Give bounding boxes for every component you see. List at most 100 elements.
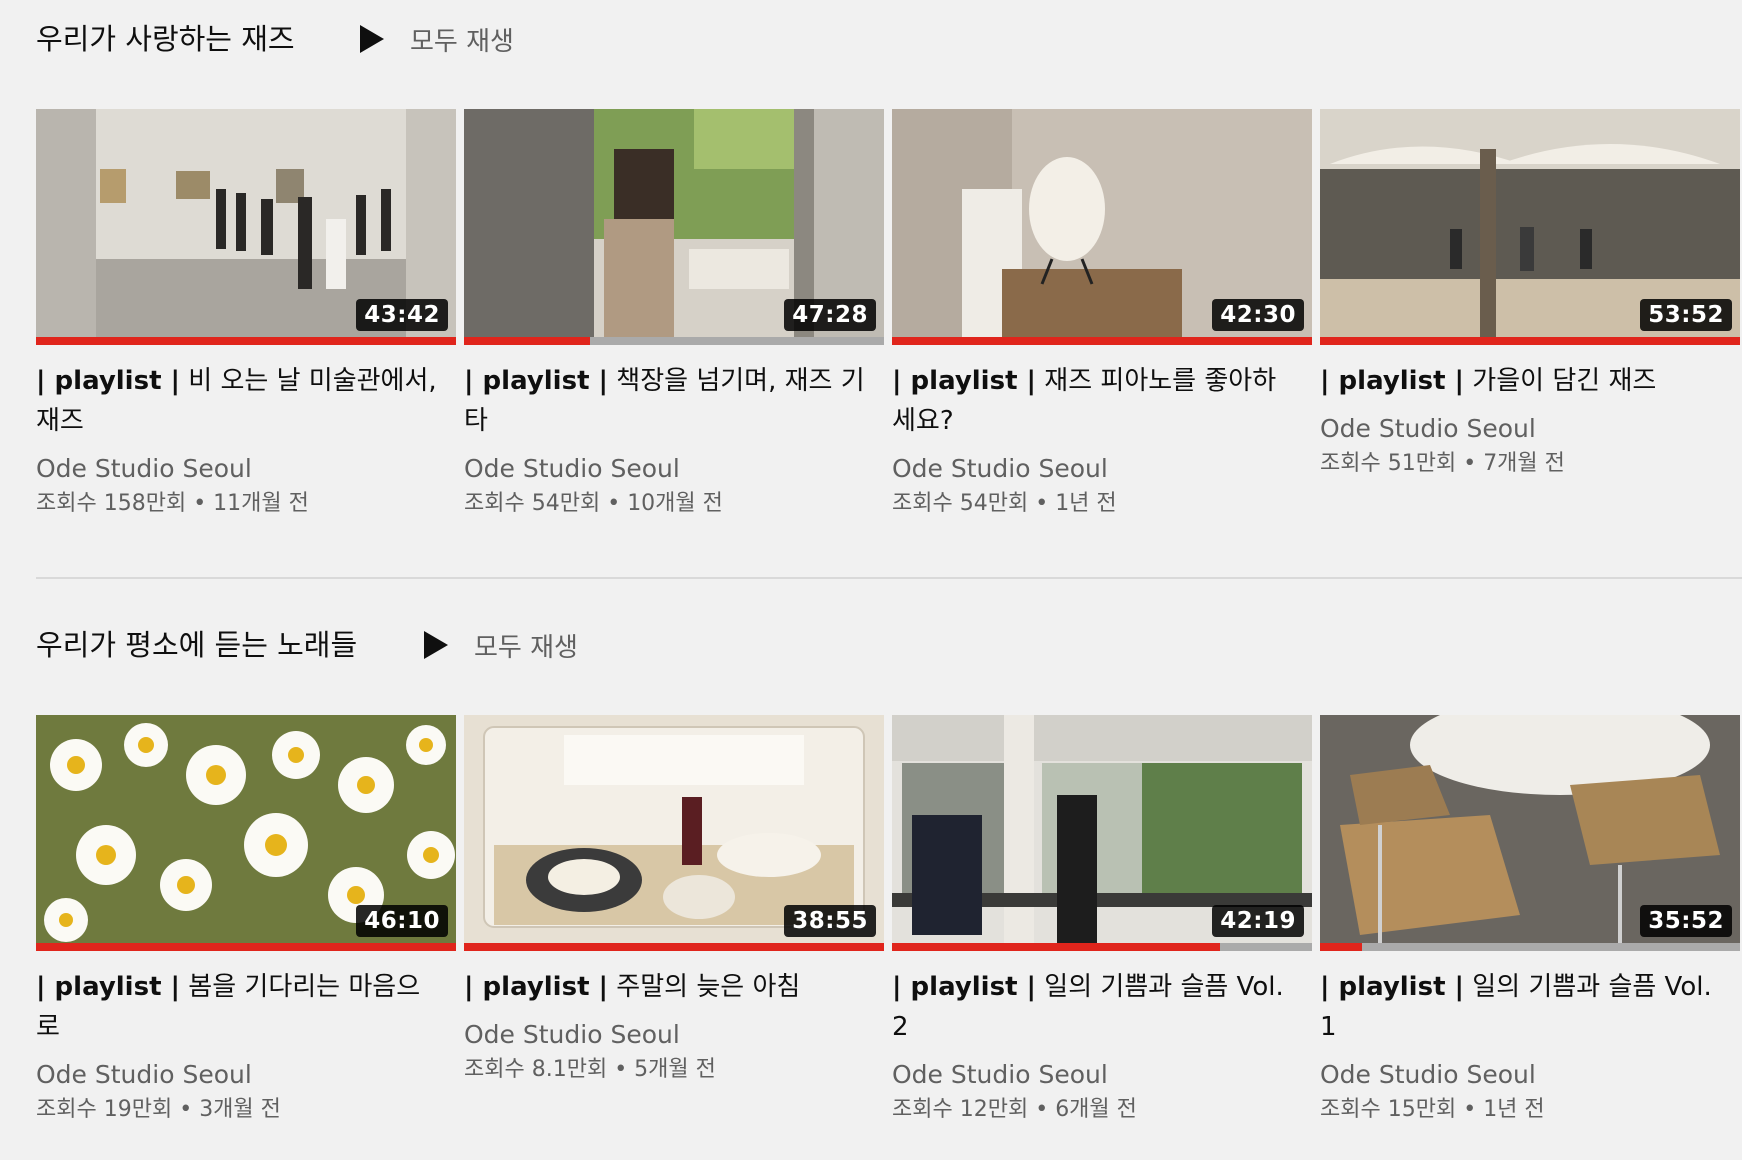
- shelf-loved-jazz: 우리가 사랑하는 재즈 모두 재생 43:42 | playlist | 비 오…: [36, 0, 1742, 529]
- channel-name[interactable]: Ode Studio Seoul: [36, 451, 456, 487]
- duration-badge: 42:30: [1212, 299, 1304, 331]
- shelf-everyday-songs: 우리가 평소에 듣는 노래들 모두 재생 46:10 | playlist | …: [36, 606, 1742, 1135]
- video-card[interactable]: 42:30 | playlist | 재즈 피아노를 좋아하세요? Ode St…: [892, 109, 1312, 521]
- duration-badge: 46:10: [356, 905, 448, 937]
- video-thumbnail[interactable]: 38:55: [464, 715, 884, 951]
- upload-age: 5개월 전: [634, 1057, 716, 1082]
- shelf-title: 우리가 평소에 듣는 노래들: [36, 628, 358, 662]
- video-meta: 조회수 54만회 • 1년 전: [892, 487, 1312, 521]
- watch-progress: [36, 337, 456, 345]
- upload-age: 3개월 전: [199, 1097, 281, 1122]
- watch-progress-fill: [464, 943, 884, 951]
- video-row: 43:42 | playlist | 비 오는 날 미술관에서, 재즈 Ode …: [36, 109, 1742, 529]
- play-all-label: 모두 재생: [474, 632, 578, 663]
- video-card[interactable]: 46:10 | playlist | 봄을 기다리는 마음으로 Ode Stud…: [36, 715, 456, 1127]
- meta-separator: •: [607, 491, 621, 516]
- play-all-label: 모두 재생: [410, 26, 514, 57]
- video-meta: 조회수 12만회 • 6개월 전: [892, 1093, 1312, 1127]
- view-count: 조회수 54만회: [892, 491, 1029, 516]
- video-thumbnail[interactable]: 43:42: [36, 109, 456, 345]
- upload-age: 7개월 전: [1483, 451, 1565, 476]
- title-tag: | playlist |: [892, 366, 1037, 396]
- title-tag: | playlist |: [464, 972, 609, 1002]
- watch-progress-fill: [892, 943, 1220, 951]
- channel-name[interactable]: Ode Studio Seoul: [1320, 411, 1740, 447]
- video-card[interactable]: 53:52 | playlist | 가을이 담긴 재즈 Ode Studio …: [1320, 109, 1740, 481]
- video-card[interactable]: 35:52 | playlist | 일의 기쁨과 슬픔 Vol.1 Ode S…: [1320, 715, 1740, 1127]
- video-meta: 조회수 8.1만회 • 5개월 전: [464, 1053, 884, 1087]
- video-meta: 조회수 54만회 • 10개월 전: [464, 487, 884, 521]
- view-count: 조회수 19만회: [36, 1097, 173, 1122]
- view-count: 조회수 15만회: [1320, 1097, 1457, 1122]
- video-thumbnail[interactable]: 53:52: [1320, 109, 1740, 345]
- video-card[interactable]: 38:55 | playlist | 주말의 늦은 아침 Ode Studio …: [464, 715, 884, 1087]
- meta-separator: •: [1035, 491, 1049, 516]
- channel-name[interactable]: Ode Studio Seoul: [36, 1057, 456, 1093]
- video-thumbnail[interactable]: 46:10: [36, 715, 456, 951]
- video-card[interactable]: 43:42 | playlist | 비 오는 날 미술관에서, 재즈 Ode …: [36, 109, 456, 521]
- video-meta: 조회수 19만회 • 3개월 전: [36, 1093, 456, 1127]
- view-count: 조회수 158만회: [36, 491, 187, 516]
- view-count: 조회수 54만회: [464, 491, 601, 516]
- video-title[interactable]: | playlist | 재즈 피아노를 좋아하세요?: [892, 361, 1312, 441]
- duration-badge: 35:52: [1640, 905, 1732, 937]
- watch-progress: [892, 943, 1312, 951]
- upload-age: 10개월 전: [627, 491, 723, 516]
- watch-progress-fill: [1320, 943, 1362, 951]
- meta-separator: •: [179, 1097, 193, 1122]
- watch-progress-fill: [464, 337, 590, 345]
- channel-name[interactable]: Ode Studio Seoul: [892, 1057, 1312, 1093]
- video-title[interactable]: | playlist | 비 오는 날 미술관에서, 재즈: [36, 361, 456, 441]
- video-meta: 조회수 51만회 • 7개월 전: [1320, 447, 1740, 481]
- watch-progress: [1320, 337, 1740, 345]
- channel-name[interactable]: Ode Studio Seoul: [892, 451, 1312, 487]
- video-thumbnail[interactable]: 35:52: [1320, 715, 1740, 951]
- video-thumbnail[interactable]: 47:28: [464, 109, 884, 345]
- shelf-title: 우리가 사랑하는 재즈: [36, 22, 295, 56]
- video-card[interactable]: 42:19 | playlist | 일의 기쁨과 슬픔 Vol.2 Ode S…: [892, 715, 1312, 1127]
- video-title[interactable]: | playlist | 가을이 담긴 재즈: [1320, 361, 1740, 401]
- duration-badge: 53:52: [1640, 299, 1732, 331]
- title-text: 가을이 담긴 재즈: [1464, 366, 1657, 396]
- watch-progress: [464, 943, 884, 951]
- title-tag: | playlist |: [36, 366, 181, 396]
- title-tag: | playlist |: [1320, 366, 1465, 396]
- channel-name[interactable]: Ode Studio Seoul: [464, 451, 884, 487]
- shelf-header: 우리가 사랑하는 재즈 모두 재생: [36, 0, 1742, 109]
- shelf-divider: [36, 577, 1742, 579]
- play-icon: [424, 631, 448, 659]
- title-tag: | playlist |: [36, 972, 181, 1002]
- title-tag: | playlist |: [1320, 972, 1465, 1002]
- video-thumbnail[interactable]: 42:30: [892, 109, 1312, 345]
- video-title[interactable]: | playlist | 일의 기쁨과 슬픔 Vol.1: [1320, 967, 1740, 1047]
- video-title[interactable]: | playlist | 책장을 넘기며, 재즈 기타: [464, 361, 884, 441]
- play-icon: [360, 25, 384, 53]
- meta-separator: •: [193, 491, 207, 516]
- upload-age: 1년 전: [1055, 491, 1117, 516]
- title-text: 주말의 늦은 아침: [608, 972, 801, 1002]
- video-thumbnail[interactable]: 42:19: [892, 715, 1312, 951]
- video-card[interactable]: 47:28 | playlist | 책장을 넘기며, 재즈 기타 Ode St…: [464, 109, 884, 521]
- shelf-header: 우리가 평소에 듣는 노래들 모두 재생: [36, 606, 1742, 715]
- watch-progress-fill: [892, 337, 1312, 345]
- watch-progress-fill: [36, 337, 456, 345]
- upload-age: 11개월 전: [213, 491, 309, 516]
- video-title[interactable]: | playlist | 일의 기쁨과 슬픔 Vol.2: [892, 967, 1312, 1047]
- video-meta: 조회수 158만회 • 11개월 전: [36, 487, 456, 521]
- video-row: 46:10 | playlist | 봄을 기다리는 마음으로 Ode Stud…: [36, 715, 1742, 1135]
- watch-progress: [36, 943, 456, 951]
- channel-name[interactable]: Ode Studio Seoul: [464, 1017, 884, 1053]
- view-count: 조회수 12만회: [892, 1097, 1029, 1122]
- video-title[interactable]: | playlist | 봄을 기다리는 마음으로: [36, 967, 456, 1047]
- upload-age: 1년 전: [1483, 1097, 1545, 1122]
- meta-separator: •: [1463, 451, 1477, 476]
- watch-progress: [892, 337, 1312, 345]
- view-count: 조회수 51만회: [1320, 451, 1457, 476]
- video-title[interactable]: | playlist | 주말의 늦은 아침: [464, 967, 884, 1007]
- upload-age: 6개월 전: [1055, 1097, 1137, 1122]
- title-tag: | playlist |: [892, 972, 1037, 1002]
- video-meta: 조회수 15만회 • 1년 전: [1320, 1093, 1740, 1127]
- play-all-button[interactable]: 모두 재생: [358, 18, 514, 60]
- play-all-button[interactable]: 모두 재생: [422, 624, 578, 666]
- channel-name[interactable]: Ode Studio Seoul: [1320, 1057, 1740, 1093]
